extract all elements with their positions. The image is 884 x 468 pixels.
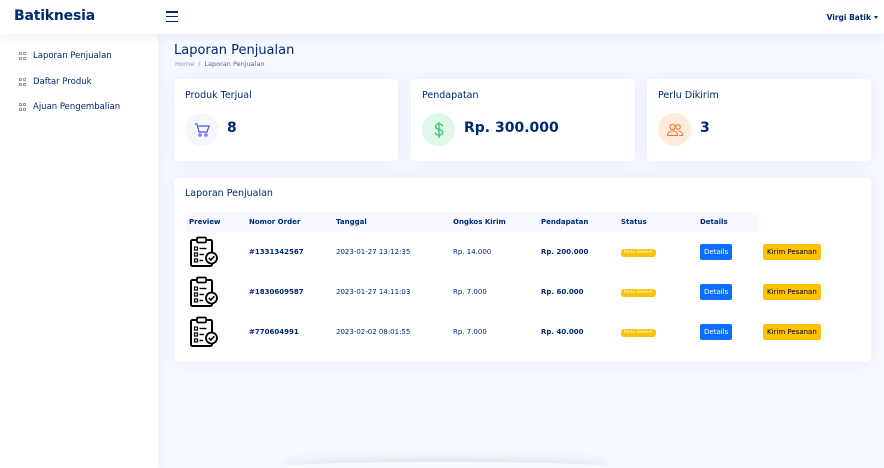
order-number: #1830609587 [249, 288, 304, 296]
shipping-cost: Rp. 7.000 [453, 288, 487, 296]
order-date: 2023-01-27 13:12:35 [336, 248, 411, 256]
stat-value: Rp. 300.000 [464, 120, 559, 136]
sidebar-item-ajuan-pengembalian[interactable]: Ajuan Pengembalian [19, 102, 120, 112]
clipboard-check-icon [190, 236, 218, 267]
card-title: Pendapatan [422, 90, 479, 101]
dollar-icon [422, 113, 455, 146]
column-header: Details [696, 212, 759, 232]
breadcrumb-current: Laporan Penjualan [204, 60, 265, 68]
page-title: Laporan Penjualan [174, 43, 295, 58]
sidebar-item-daftar-produk[interactable]: Daftar Produk [19, 77, 92, 87]
action-cell: Kirim Pesanan [759, 312, 849, 352]
details-cell: Details [696, 312, 759, 352]
action-cell: Kirim Pesanan [759, 232, 849, 272]
income: Rp. 200.000 [541, 248, 589, 256]
sidebar-toggle-icon[interactable] [166, 11, 178, 22]
details-button[interactable]: Details [700, 284, 733, 300]
user-menu[interactable]: Virgi Batik [827, 13, 878, 22]
card-title: Produk Terjual [185, 90, 252, 101]
top-header: Batiknesia Virgi Batik [0, 0, 884, 34]
grid-icon [19, 103, 27, 111]
column-header: Ongkos Kirim [449, 212, 537, 232]
cart-icon [185, 113, 218, 146]
status-badge: Perlu Dikirim [621, 248, 656, 257]
sidebar-item-laporan-penjualan[interactable]: Laporan Penjualan [19, 51, 112, 61]
column-header: Tanggal [332, 212, 449, 232]
action-cell: Kirim Pesanan [759, 272, 849, 312]
preview-cell [185, 272, 245, 312]
sidebar: Laporan Penjualan Daftar Produk Ajuan Pe… [0, 34, 158, 468]
logo[interactable]: Batiknesia [14, 8, 95, 24]
breadcrumb-separator: / [198, 60, 201, 68]
table-row: #770604991 2023-02-02 08:01:55 Rp. 7.000… [185, 312, 849, 352]
preview-cell [185, 312, 245, 352]
order-number: #1331342567 [249, 248, 304, 256]
details-button[interactable]: Details [700, 324, 733, 340]
details-cell: Details [696, 272, 759, 312]
stat-card-pendapatan: Pendapatan Rp. 300.000 [411, 79, 635, 161]
user-name: Virgi Batik [826, 13, 871, 22]
report-card: Laporan Penjualan Preview Nomor Order Ta… [174, 178, 871, 362]
status-cell: Perlu Dikirim [617, 312, 696, 352]
status-badge: Perlu Dikirim [621, 288, 656, 297]
stat-card-perlu-dikirim: Perlu Dikirim 3 [647, 79, 871, 161]
details-button[interactable]: Details [700, 244, 733, 260]
status-cell: Perlu Dikirim [617, 272, 696, 312]
kirim-pesanan-button[interactable]: Kirim Pesanan [763, 324, 821, 340]
caret-down-icon [874, 16, 878, 19]
column-header: Preview [185, 212, 245, 232]
grid-icon [19, 78, 27, 86]
card-title: Perlu Dikirim [658, 90, 719, 101]
details-cell: Details [696, 232, 759, 272]
column-header: Nomor Order [245, 212, 332, 232]
sidebar-item-label: Ajuan Pengembalian [33, 102, 121, 112]
report-table: Preview Nomor Order Tanggal Ongkos Kirim… [185, 212, 849, 352]
sidebar-item-label: Daftar Produk [33, 77, 92, 87]
clipboard-check-icon [190, 316, 218, 347]
status-cell: Perlu Dikirim [617, 232, 696, 272]
shipping-cost: Rp. 7.000 [453, 328, 487, 336]
column-header: Status [617, 212, 696, 232]
column-header-blank [759, 212, 849, 232]
card-title: Laporan Penjualan [185, 188, 273, 199]
breadcrumb: Home / Laporan Penjualan [175, 60, 265, 68]
order-date: 2023-02-02 08:01:55 [336, 328, 411, 336]
order-date: 2023-01-27 14:11:03 [336, 288, 411, 296]
column-header: Pendapatan [537, 212, 617, 232]
kirim-pesanan-button[interactable]: Kirim Pesanan [763, 244, 821, 260]
stat-value: 8 [227, 120, 237, 136]
table-header-row: Preview Nomor Order Tanggal Ongkos Kirim… [185, 212, 849, 232]
stat-value: 3 [700, 120, 710, 136]
table-row: #1331342567 2023-01-27 13:12:35 Rp. 14.0… [185, 232, 849, 272]
grid-icon [19, 52, 27, 60]
clipboard-check-icon [190, 276, 218, 307]
people-icon [658, 113, 691, 146]
order-number: #770604991 [249, 328, 299, 336]
status-badge: Perlu Dikirim [621, 328, 656, 337]
kirim-pesanan-button[interactable]: Kirim Pesanan [763, 284, 821, 300]
breadcrumb-home-link[interactable]: Home [175, 60, 194, 68]
sidebar-item-label: Laporan Penjualan [33, 51, 112, 61]
bottom-shadow [280, 462, 610, 468]
shipping-cost: Rp. 14.000 [453, 248, 492, 256]
preview-cell [185, 232, 245, 272]
income: Rp. 60.000 [541, 288, 584, 296]
table-row: #1830609587 2023-01-27 14:11:03 Rp. 7.00… [185, 272, 849, 312]
income: Rp. 40.000 [541, 328, 584, 336]
stat-card-produk-terjual: Produk Terjual 8 [174, 79, 398, 161]
